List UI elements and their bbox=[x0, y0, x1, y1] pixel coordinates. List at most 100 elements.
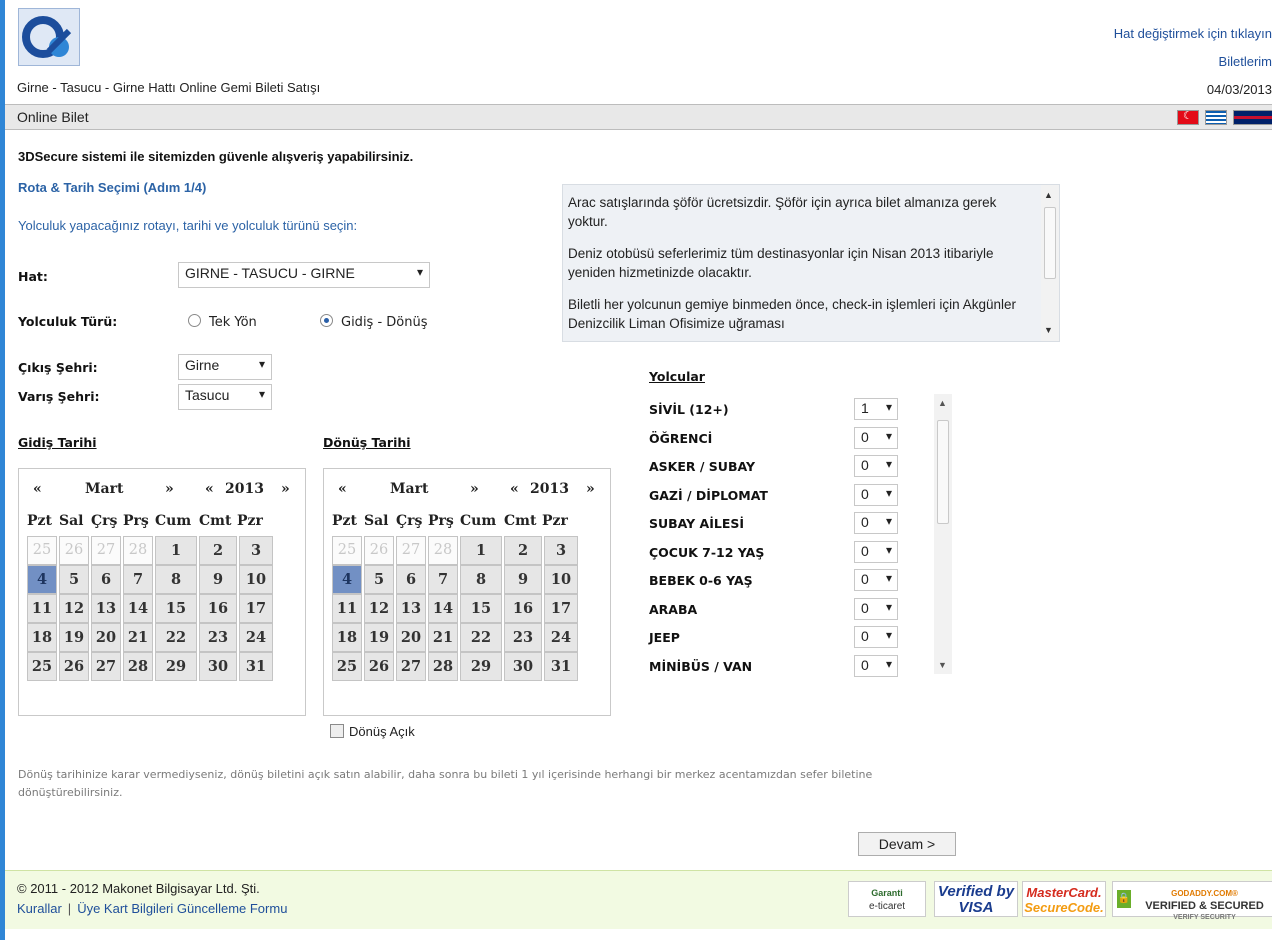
calendar-day[interactable]: 24 bbox=[544, 623, 578, 652]
passenger-count-select[interactable]: 0 bbox=[854, 654, 898, 677]
calendar-day[interactable]: 9 bbox=[199, 565, 237, 594]
calendar-day[interactable]: 30 bbox=[504, 652, 542, 681]
calendar-day[interactable]: 25 bbox=[27, 652, 57, 681]
next-month-button[interactable]: » bbox=[470, 481, 479, 497]
scroll-down-icon[interactable]: ▼ bbox=[938, 660, 947, 670]
calendar-day[interactable]: 28 bbox=[123, 652, 153, 681]
calendar-day[interactable]: 21 bbox=[428, 623, 458, 652]
passenger-count-select[interactable]: 1 bbox=[854, 398, 898, 420]
return-open-checkbox[interactable]: Dönüş Açık bbox=[330, 724, 415, 739]
calendar-day[interactable]: 8 bbox=[460, 565, 502, 594]
godaddy-secured-badge[interactable]: 🔒 GODADDY.COM® VERIFIED & SECURED VERIFY… bbox=[1112, 881, 1272, 921]
calendar-day[interactable]: 12 bbox=[364, 594, 394, 623]
calendar-day[interactable]: 15 bbox=[155, 594, 197, 623]
radio-dot-one-way[interactable] bbox=[188, 314, 201, 327]
calendar-day[interactable]: 28 bbox=[428, 652, 458, 681]
calendar-day[interactable]: 14 bbox=[428, 594, 458, 623]
passenger-count-select[interactable]: 0 bbox=[854, 540, 898, 563]
calendar-day[interactable]: 24 bbox=[239, 623, 273, 652]
scroll-up-icon[interactable]: ▲ bbox=[938, 398, 947, 408]
calendar-day[interactable]: 10 bbox=[544, 565, 578, 594]
calendar-day[interactable]: 17 bbox=[544, 594, 578, 623]
calendar-day[interactable]: 23 bbox=[504, 623, 542, 652]
prev-year-button[interactable]: « bbox=[510, 481, 519, 497]
calendar-day[interactable]: 19 bbox=[59, 623, 89, 652]
passenger-count-select[interactable]: 0 bbox=[854, 512, 898, 534]
line-select[interactable]: GIRNE - TASUCU - GIRNE bbox=[178, 262, 430, 288]
calendar-day[interactable]: 20 bbox=[91, 623, 121, 652]
radio-round-trip[interactable]: Gidiş - Dönüş bbox=[320, 314, 428, 330]
calendar-day[interactable]: 29 bbox=[460, 652, 502, 681]
prev-year-button[interactable]: « bbox=[205, 481, 214, 497]
passenger-scrollbar[interactable]: ▲ ▼ bbox=[934, 394, 952, 674]
checkbox-box[interactable] bbox=[330, 724, 344, 738]
calendar-day[interactable]: 22 bbox=[460, 623, 502, 652]
calendar-day[interactable]: 27 bbox=[396, 652, 426, 681]
info-scrollbar[interactable]: ▲ ▼ bbox=[1041, 185, 1059, 341]
scroll-thumb[interactable] bbox=[1044, 207, 1056, 279]
passenger-count-select[interactable]: 0 bbox=[854, 597, 898, 620]
passenger-count-select[interactable]: 0 bbox=[854, 426, 898, 449]
calendar-day[interactable]: 26 bbox=[364, 652, 394, 681]
calendar-day[interactable]: 7 bbox=[123, 565, 153, 594]
passenger-count-select[interactable]: 0 bbox=[854, 569, 898, 591]
company-logo[interactable] bbox=[18, 8, 80, 66]
radio-one-way[interactable]: Tek Yön bbox=[188, 314, 257, 330]
calendar-day[interactable]: 22 bbox=[155, 623, 197, 652]
greece-flag-icon[interactable] bbox=[1205, 110, 1227, 125]
scroll-down-icon[interactable]: ▼ bbox=[1044, 325, 1053, 335]
calendar-day[interactable]: 31 bbox=[544, 652, 578, 681]
passenger-count-select[interactable]: 0 bbox=[854, 626, 898, 648]
calendar-day[interactable]: 16 bbox=[504, 594, 542, 623]
calendar-day[interactable]: 12 bbox=[59, 594, 89, 623]
prev-month-button[interactable]: « bbox=[338, 481, 347, 497]
arrival-select[interactable]: Tasucu bbox=[178, 384, 272, 410]
calendar-day[interactable]: 7 bbox=[428, 565, 458, 594]
calendar-day[interactable]: 30 bbox=[199, 652, 237, 681]
calendar-day[interactable]: 13 bbox=[91, 594, 121, 623]
calendar-day[interactable]: 14 bbox=[123, 594, 153, 623]
calendar-day[interactable]: 5 bbox=[59, 565, 89, 594]
calendar-day[interactable]: 15 bbox=[460, 594, 502, 623]
calendar-day[interactable]: 8 bbox=[155, 565, 197, 594]
scroll-up-icon[interactable]: ▲ bbox=[1044, 190, 1053, 200]
calendar-day[interactable]: 18 bbox=[332, 623, 362, 652]
calendar-day[interactable]: 16 bbox=[199, 594, 237, 623]
calendar-day[interactable]: 19 bbox=[364, 623, 394, 652]
mastercard-securecode-badge[interactable]: MasterCard. SecureCode. bbox=[1022, 881, 1106, 917]
calendar-day[interactable]: 4 bbox=[332, 565, 362, 594]
prev-month-button[interactable]: « bbox=[33, 481, 42, 497]
calendar-day[interactable]: 3 bbox=[239, 536, 273, 565]
calendar-day[interactable]: 23 bbox=[199, 623, 237, 652]
calendar-day[interactable]: 4 bbox=[27, 565, 57, 594]
calendar-day[interactable]: 27 bbox=[91, 652, 121, 681]
scroll-thumb[interactable] bbox=[937, 420, 949, 524]
calendar-day[interactable]: 17 bbox=[239, 594, 273, 623]
verified-by-visa-badge[interactable]: Verified by VISA bbox=[934, 881, 1018, 917]
calendar-day[interactable]: 1 bbox=[155, 536, 197, 565]
next-year-button[interactable]: » bbox=[586, 481, 595, 497]
calendar-day[interactable]: 29 bbox=[155, 652, 197, 681]
rules-link[interactable]: Kurallar bbox=[17, 901, 62, 916]
calendar-day[interactable]: 11 bbox=[332, 594, 362, 623]
calendar-day[interactable]: 2 bbox=[199, 536, 237, 565]
calendar-day[interactable]: 3 bbox=[544, 536, 578, 565]
change-line-link[interactable]: Hat değiştirmek için tıklayın bbox=[1114, 20, 1272, 48]
calendar-day[interactable]: 25 bbox=[332, 652, 362, 681]
uk-flag-icon[interactable] bbox=[1233, 110, 1272, 125]
passenger-count-select[interactable]: 0 bbox=[854, 455, 898, 477]
calendar-day[interactable]: 26 bbox=[59, 652, 89, 681]
departure-select[interactable]: Girne bbox=[178, 354, 272, 380]
garanti-badge[interactable]: Garanti e-ticaret bbox=[848, 881, 926, 917]
calendar-day[interactable]: 6 bbox=[91, 565, 121, 594]
calendar-day[interactable]: 11 bbox=[27, 594, 57, 623]
calendar-day[interactable]: 20 bbox=[396, 623, 426, 652]
calendar-day[interactable]: 1 bbox=[460, 536, 502, 565]
my-tickets-link[interactable]: Biletlerim bbox=[1114, 48, 1272, 76]
next-month-button[interactable]: » bbox=[165, 481, 174, 497]
calendar-day[interactable]: 5 bbox=[364, 565, 394, 594]
passenger-count-select[interactable]: 0 bbox=[854, 483, 898, 506]
turkey-flag-icon[interactable] bbox=[1177, 109, 1199, 125]
calendar-day[interactable]: 13 bbox=[396, 594, 426, 623]
calendar-day[interactable]: 10 bbox=[239, 565, 273, 594]
